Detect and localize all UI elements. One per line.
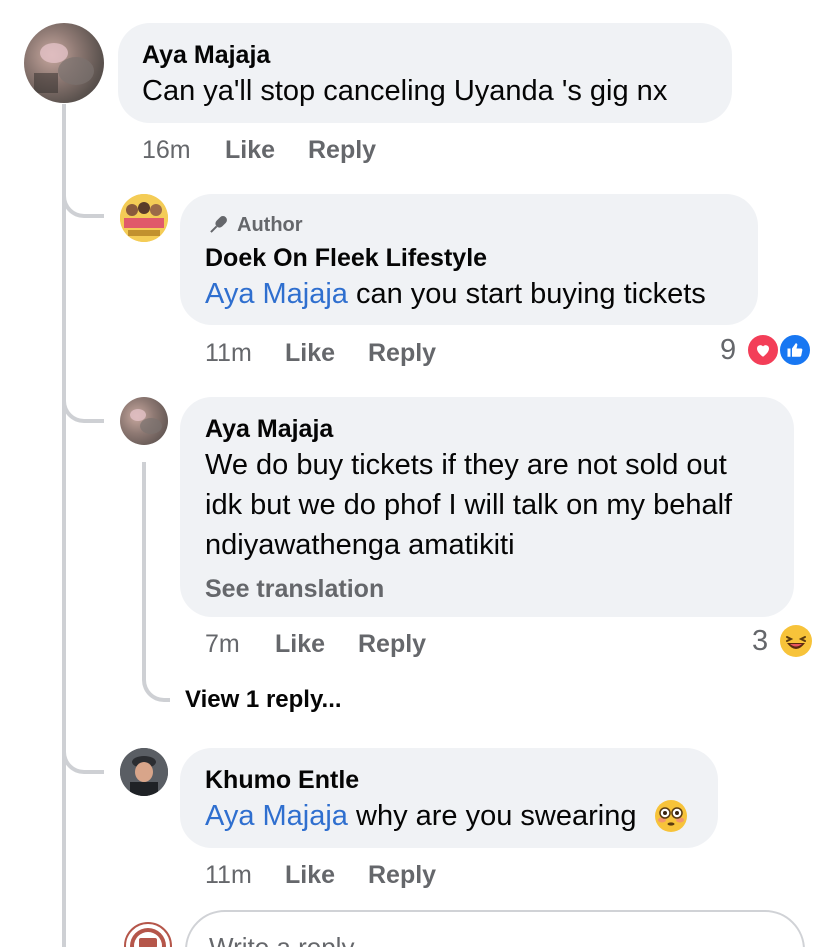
laughing-emoji-icon[interactable] (778, 623, 814, 659)
composer-avatar (124, 922, 172, 947)
avatar[interactable] (120, 194, 168, 242)
like-button[interactable]: Like (285, 339, 335, 368)
mention-link[interactable]: Aya Majaja (205, 800, 348, 832)
avatar-photo-icon (120, 748, 168, 796)
thumbs-up-icon[interactable] (778, 333, 812, 367)
reply-author[interactable]: Khumo Entle (205, 766, 359, 795)
reply-author[interactable]: Doek On Fleek Lifestyle (205, 244, 487, 273)
view-replies-link[interactable]: View 1 reply... (185, 686, 342, 714)
avatar[interactable] (120, 748, 168, 796)
like-button[interactable]: Like (275, 630, 325, 659)
reply-time[interactable]: 11m (205, 339, 252, 368)
reply-button[interactable]: Reply (308, 136, 376, 165)
reply-text-body: why are you swearing (347, 800, 637, 832)
comment-text: Can ya'll stop canceling Uyanda 's gig n… (142, 75, 668, 107)
thread-connector (62, 385, 104, 423)
reaction-count[interactable]: 9 (720, 334, 736, 367)
reply-button[interactable]: Reply (368, 861, 436, 890)
thread-connector-nested (142, 664, 170, 702)
heart-icon[interactable] (746, 333, 780, 367)
thread-line-nested (142, 462, 146, 672)
reply-text: Aya Majaja why are you swearing (205, 796, 636, 836)
avatar-photo-icon (130, 409, 162, 434)
flushed-emoji-icon (653, 798, 689, 834)
brand-logo-icon (130, 928, 166, 947)
reply-input-placeholder: Write a reply... (209, 932, 375, 947)
avatar-photo-icon (120, 194, 168, 242)
reply-time[interactable]: 7m (205, 630, 240, 659)
comment-author[interactable]: Aya Majaja (142, 41, 270, 70)
see-translation-link[interactable]: See translation (205, 575, 384, 604)
reply-button[interactable]: Reply (368, 339, 436, 368)
reply-text: Aya Majaja can you start buying tickets (205, 274, 706, 314)
reply-author[interactable]: Aya Majaja (205, 415, 333, 444)
comment-time[interactable]: 16m (142, 136, 191, 165)
avatar[interactable] (120, 397, 168, 445)
reply-input[interactable]: Write a reply... (185, 910, 805, 947)
reply-time[interactable]: 11m (205, 861, 252, 890)
reply-text-line: idk but we do phof I will talk on my beh… (205, 489, 733, 521)
author-badge-label: Author (237, 213, 303, 236)
reply-text-line: We do buy tickets if they are not sold o… (205, 449, 727, 481)
author-badge: Author (205, 212, 303, 238)
avatar-photo-icon (34, 43, 94, 93)
avatar[interactable] (24, 23, 104, 103)
thread-line-main (62, 104, 66, 947)
thread-connector (62, 736, 104, 774)
reply-text-line: ndiyawathenga amatikiti (205, 529, 515, 561)
microphone-icon (210, 216, 227, 233)
mention-link[interactable]: Aya Majaja (205, 278, 348, 310)
reaction-count[interactable]: 3 (752, 625, 768, 658)
like-button[interactable]: Like (285, 861, 335, 890)
thread-connector (62, 180, 104, 218)
reply-button[interactable]: Reply (358, 630, 426, 659)
like-button[interactable]: Like (225, 136, 275, 165)
reply-text-body: can you start buying tickets (347, 278, 706, 310)
